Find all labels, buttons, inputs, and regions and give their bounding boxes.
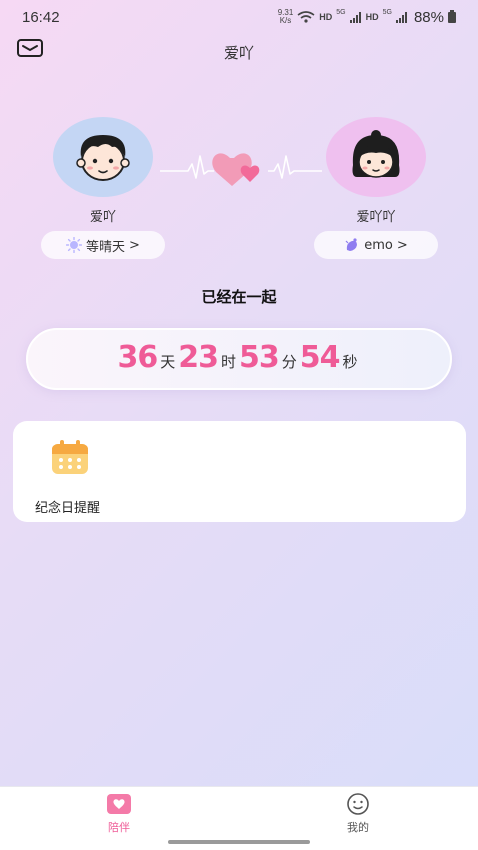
tab-companion-label: 陪伴 — [108, 821, 130, 834]
minutes-unit: 分 — [281, 353, 297, 371]
seconds-unit: 秒 — [342, 353, 358, 371]
hd-badge-2: HD — [365, 12, 379, 22]
anniversary-reminder-label: 纪念日提醒 — [35, 501, 101, 516]
signal-5g-label-2: 5G — [382, 8, 392, 16]
left-mood-button[interactable]: 等晴天 > — [41, 231, 165, 259]
left-mood-label: 等晴天 — [86, 239, 126, 255]
feature-card: 纪念日提醒 — [13, 421, 466, 522]
signal-icon-2 — [395, 11, 407, 23]
chevron-right-icon: > — [129, 237, 140, 253]
page-title: 爱吖 — [223, 44, 254, 62]
chevron-right-icon-2: > — [396, 237, 408, 253]
wifi-icon — [297, 11, 315, 23]
signal-icon — [349, 11, 361, 23]
net-speed-unit: K/s — [279, 16, 292, 25]
calendar-icon — [52, 440, 88, 474]
heart-tab-icon — [107, 794, 131, 814]
left-name: 爱吖 — [89, 210, 116, 225]
signal-5g-label: 5G — [336, 8, 346, 16]
tab-mine-label: 我的 — [347, 821, 369, 834]
smiley-tab-icon — [347, 793, 369, 815]
minutes-value: 53 — [239, 340, 280, 375]
avatar-right[interactable] — [326, 117, 426, 197]
tab-companion[interactable]: 陪伴 — [79, 793, 159, 835]
net-speed: 9.31 K/s — [278, 9, 294, 25]
avatar-left[interactable] — [53, 117, 153, 197]
status-time: 16:42 — [22, 8, 60, 26]
right-mood-button[interactable]: emo > — [314, 231, 438, 259]
status-bar: 16:42 9.31 K/s HD 5G HD 5G 88% — [0, 0, 478, 34]
days-unit: 天 — [160, 353, 176, 371]
seconds-value: 54 — [299, 340, 341, 375]
hd-badge: HD — [319, 12, 333, 22]
hours-unit: 时 — [220, 353, 236, 371]
status-indicators: 9.31 K/s HD 5G HD 5G 88% — [278, 9, 456, 26]
battery-icon — [448, 9, 456, 23]
hours-value: 23 — [178, 340, 219, 375]
home-indicator[interactable] — [168, 840, 310, 844]
emo-mood-icon — [345, 238, 358, 251]
right-name: 爱吖吖 — [356, 210, 396, 225]
together-counter: 36 天 23 时 53 分 54 秒 — [26, 328, 452, 390]
together-label: 已经在一起 — [201, 288, 277, 306]
header: 爱吖 — [0, 36, 478, 66]
boy-avatar-icon — [76, 135, 130, 181]
right-mood-label: emo — [364, 237, 393, 253]
heartbeat-hearts-icon — [160, 153, 322, 186]
days-value: 36 — [117, 340, 158, 375]
battery-level: 88% — [413, 8, 444, 26]
girl-avatar-icon — [352, 130, 400, 178]
sun-icon — [66, 237, 83, 253]
tab-mine[interactable]: 我的 — [318, 793, 398, 835]
